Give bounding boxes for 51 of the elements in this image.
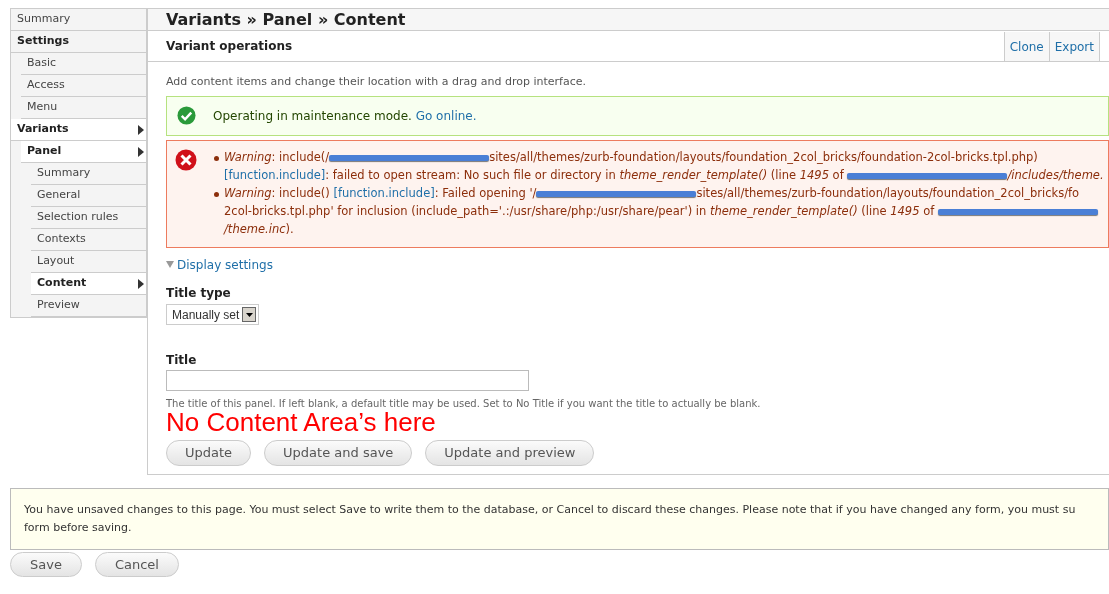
action-tab[interactable]: Export xyxy=(1048,32,1099,61)
error-text: 1495 xyxy=(890,202,920,220)
section-title: Variant operations xyxy=(166,38,293,55)
sidebar-item[interactable]: Content xyxy=(31,273,146,295)
arrow-icon xyxy=(138,278,144,289)
page-button[interactable]: Cancel xyxy=(94,552,179,577)
description-text: Add content items and change their location with a drag and drop interface. xyxy=(166,74,587,90)
error-text: (line xyxy=(860,202,888,220)
error-text: of xyxy=(831,166,845,184)
sidebar-item[interactable]: Panel xyxy=(21,141,146,163)
field-description: The title of this panel. If left blank, a default title may be used. Set to No Title if you want the title to actually be blank. xyxy=(166,396,762,411)
error-text: Warning xyxy=(224,184,272,202)
error-text: Warning xyxy=(224,148,272,166)
form-button[interactable]: Update and preview xyxy=(425,439,595,466)
arrow-icon xyxy=(138,124,144,135)
error-text: : include() xyxy=(271,184,331,202)
page-title: Variants » Panel » Content xyxy=(166,9,406,31)
arrow-icon xyxy=(138,146,144,157)
function-link[interactable]: [function.include] xyxy=(333,184,435,203)
form-button[interactable]: Update xyxy=(166,439,252,466)
error-text: sites/all/themes/zurb-foundation/layouts/foundation_2col_bricks/fo xyxy=(696,184,1080,202)
error-text: of xyxy=(922,202,936,220)
field-label: Title type xyxy=(166,284,232,302)
field-label: Title xyxy=(166,351,198,369)
title-type-dropdown[interactable]: Manually set xyxy=(166,304,260,325)
error-text: : Failed opening '/ xyxy=(434,184,537,202)
error-text: theme_render_template() xyxy=(709,202,858,220)
display-settings-link[interactable]: Display settings xyxy=(177,255,273,274)
notice-text: form before saving. xyxy=(24,520,133,536)
error-text: theme_render_template() xyxy=(619,166,768,184)
go-online-link[interactable]: Go online. xyxy=(415,108,477,123)
error-text: /theme.inc xyxy=(224,220,286,238)
title-input-field[interactable] xyxy=(166,369,529,391)
error-text: : failed to open stream: No such file or directory in xyxy=(325,166,617,184)
bullet-icon xyxy=(214,155,219,161)
form-button[interactable]: Update and save xyxy=(264,439,413,466)
page-button[interactable]: Save xyxy=(10,552,82,577)
error-text: /includes/theme. xyxy=(1007,166,1104,184)
error-text: sites/all/themes/zurb-foundation/layouts/foundation_2col_bricks/foundation-2col-bricks.tpl.php) xyxy=(489,148,1038,166)
sidebar-item[interactable]: Variants xyxy=(11,119,146,141)
notice-text: You have unsaved changes to this page. You must select Save to write them to the database, or Cancel to discard these changes. Please note that if you have changed any form, you must su xyxy=(24,502,1077,518)
error-icon xyxy=(175,148,197,171)
error-text: 1495 xyxy=(799,166,829,184)
action-tab[interactable]: Clone xyxy=(1003,32,1049,61)
error-text: 2col-bricks.tpl.php' for inclusion (include_path='.:/usr/share/php:/usr/share/pear') in xyxy=(224,202,708,220)
error-text: ). xyxy=(285,220,294,238)
bullet-icon xyxy=(214,191,219,197)
error-text: (line xyxy=(769,166,798,184)
checkmark-icon xyxy=(177,106,196,125)
error-text: : include(/ xyxy=(271,148,330,166)
status-text: Operating in maintenance mode. Go online. xyxy=(213,107,477,125)
